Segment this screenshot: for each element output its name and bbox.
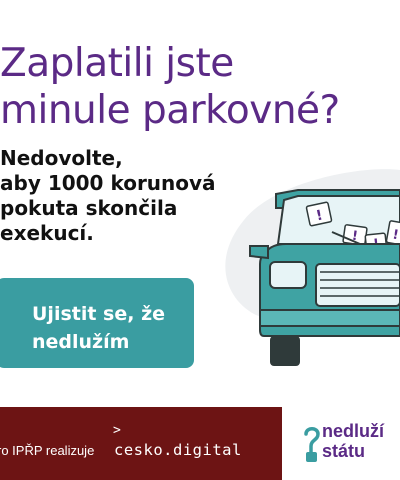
lede-text: Nedovolte, aby 1000 korunová pokuta skon… [0,146,220,246]
car-illustration: ! ! ! ! [225,169,400,366]
question-mark-icon [304,427,320,462]
lede-line-2: aby 1000 korunová [0,171,216,195]
brand-line-2: státu [322,441,366,461]
cesko-digital-wordmark: cesko.digital [114,441,242,459]
lede-line-1: Nedovolte, [0,146,123,170]
cesko-digital-logo[interactable]: > cesko.digital [113,423,263,469]
check-debt-button[interactable]: Ujistit se, že nedlužím [0,278,194,368]
chevron-right-icon: > [113,423,121,438]
footer-partner-bar: ro IPŘP realizuje > cesko.digital [0,407,282,480]
headline-line-1: Zaplatili jste [0,41,234,86]
footer-credit-text: ro IPŘP realizuje [0,443,95,458]
lede-line-4: exekucí. [0,221,94,245]
headline: Zaplatili jste minule parkovné? [0,40,400,134]
brand-line-1: nedluží [322,421,384,441]
fine-ticket-1: ! [305,201,333,227]
footer: ro IPŘP realizuje > cesko.digital nedluž… [0,407,400,480]
check-debt-label-line-1: Ujistit se, že [32,303,166,325]
nedluzi-statu-wordmark: nedluží státu [322,421,384,461]
nedluzi-statu-logo[interactable]: nedluží státu [302,420,400,470]
headline-line-2: minule parkovné? [0,88,340,133]
footer-brand: nedluží státu [282,407,400,480]
check-debt-label-line-2: nedlužím [32,331,130,353]
lede-line-3: pokuta skončila [0,196,178,220]
